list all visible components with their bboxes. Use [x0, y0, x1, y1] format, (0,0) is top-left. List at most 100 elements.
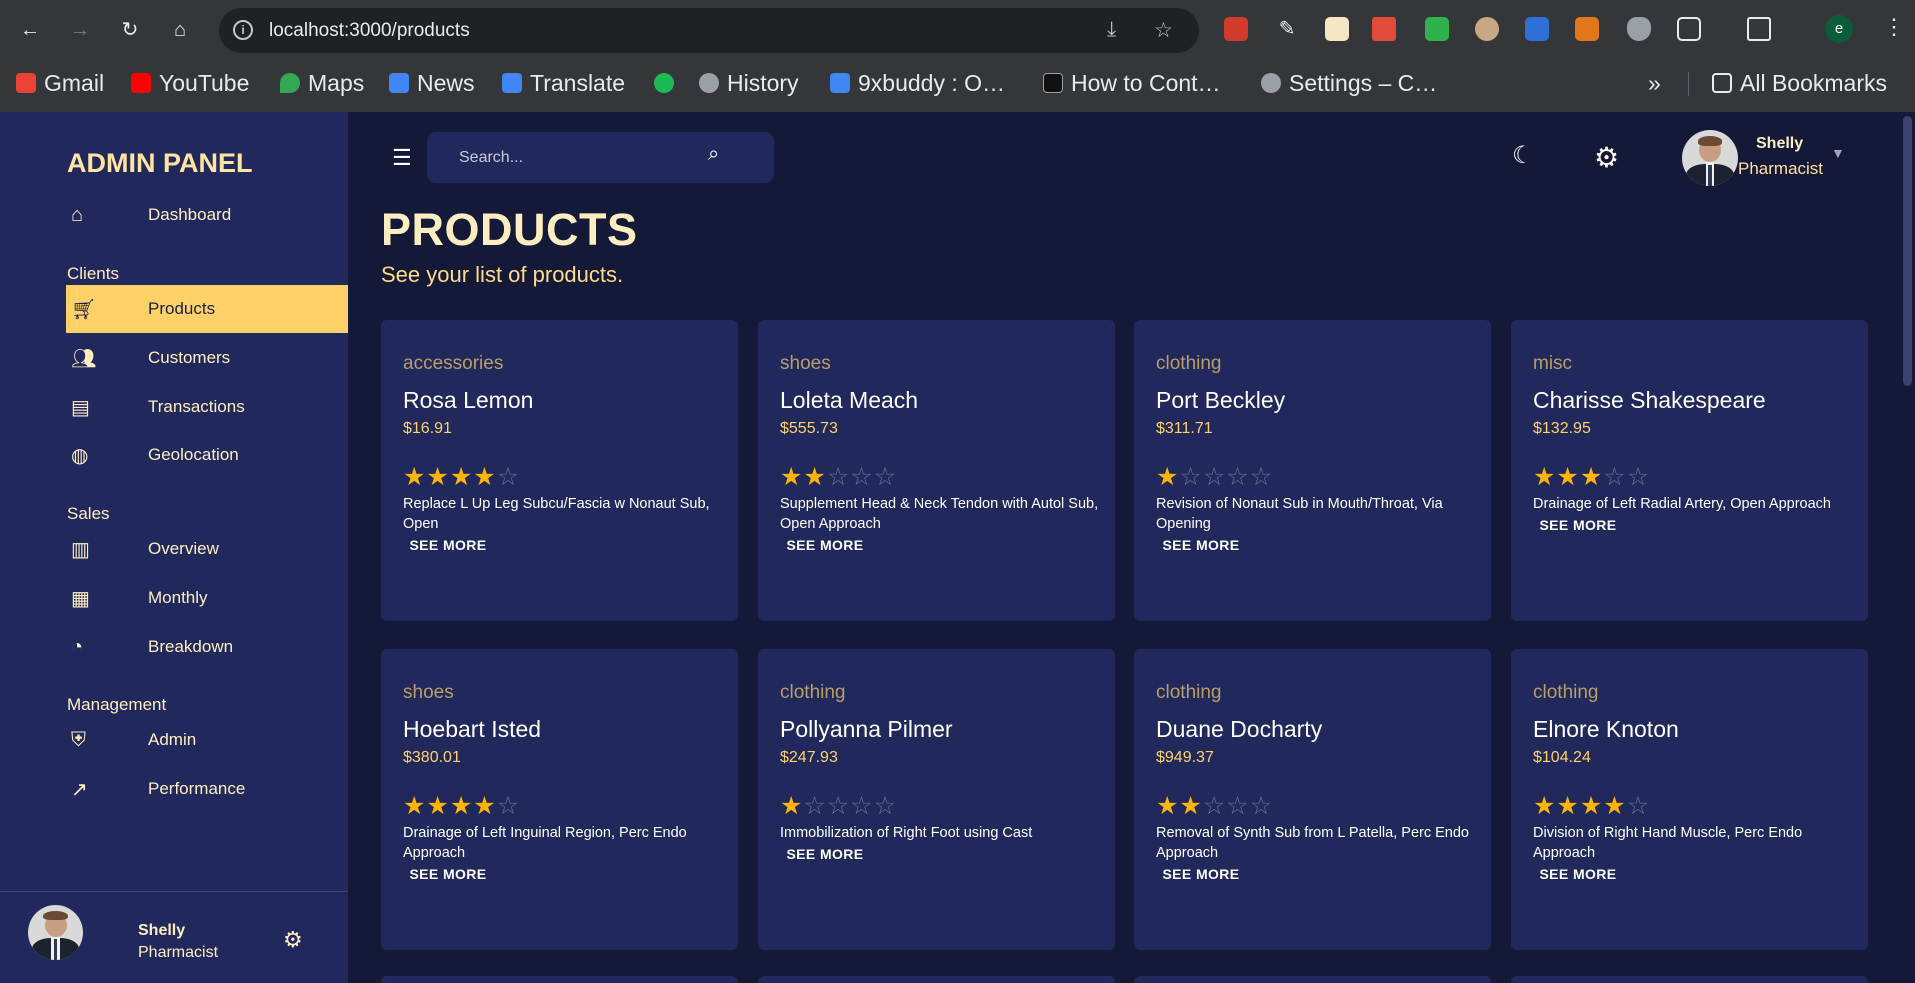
product-name: Duane Docharty — [1156, 716, 1323, 742]
sidebar-item-dashboard[interactable]: ⌂ Dashboard — [66, 191, 348, 239]
star-filled-icon: ★ — [1156, 792, 1180, 820]
settings-icon[interactable]: ⚙ — [283, 927, 303, 953]
search-input[interactable] — [427, 132, 717, 183]
extension-chart-icon[interactable] — [1425, 17, 1449, 41]
address-bar[interactable]: i localhost:3000/products ⤓ ☆ — [219, 8, 1199, 53]
product-price: $104.24 — [1533, 749, 1591, 766]
scrollbar[interactable] — [1900, 112, 1915, 983]
see-more-button[interactable]: SEE MORE — [403, 527, 493, 563]
site-icon — [1043, 73, 1063, 93]
section-clients: Clients — [67, 264, 119, 283]
url-text[interactable]: localhost:3000/products — [269, 20, 470, 42]
chevron-down-icon[interactable]: ▼ — [1831, 145, 1845, 161]
dark-mode-icon[interactable]: ☾ — [1512, 141, 1534, 170]
rating-stars: ★★★☆☆ — [1533, 462, 1650, 492]
rating-stars: ★★★★☆ — [403, 791, 520, 821]
bookmark-settings[interactable]: Settings – C… — [1261, 69, 1437, 97]
home-icon: ⌂ — [71, 203, 84, 226]
sidebar-item-performance[interactable]: ↗ Performance — [66, 765, 348, 813]
bookmark-star-icon[interactable]: ☆ — [1154, 18, 1173, 43]
search-icon[interactable]: ⌕ — [708, 143, 719, 166]
star-filled-icon: ★ — [426, 792, 450, 820]
product-card: clothing Elnore Knoton $104.24 ★★★★☆ Divisio… — [1511, 649, 1868, 950]
install-app-icon[interactable]: ⤓ — [1107, 18, 1116, 42]
extension-owl-icon[interactable] — [1475, 17, 1499, 41]
star-empty-icon: ☆ — [850, 792, 874, 820]
reading-list-icon[interactable] — [1747, 17, 1771, 41]
browser-menu-icon[interactable]: ⋮ — [1883, 14, 1905, 40]
product-card: misc Charisse Shakespeare $132.95 ★★★☆☆ Drai… — [1511, 320, 1868, 621]
forward-icon[interactable]: → — [64, 14, 96, 46]
product-card: clothing Pollyanna Pilmer $247.93 ★☆☆☆☆ Immo… — [758, 649, 1115, 950]
sidebar-item-products[interactable]: 🛒︎ Products — [66, 285, 348, 333]
more-bookmarks-icon[interactable]: » — [1648, 69, 1661, 97]
see-more-button[interactable]: SEE MORE — [780, 527, 870, 563]
star-filled-icon: ★ — [473, 792, 497, 820]
page-subtitle: See your list of products. — [381, 262, 624, 287]
eyedropper-icon[interactable]: ✎ — [1275, 17, 1299, 41]
menu-icon[interactable]: ☰ — [392, 145, 412, 171]
avatar[interactable] — [1682, 130, 1738, 186]
see-more-button[interactable]: SEE MORE — [1156, 856, 1246, 892]
product-card: shoes Hoebart Isted $380.01 ★★★★☆ Drainage o… — [381, 649, 738, 950]
sidebar-item-geolocation[interactable]: ◍ Geolocation — [66, 431, 348, 479]
star-filled-icon: ★ — [1579, 463, 1604, 491]
bookmark-how-to[interactable]: How to Cont… — [1043, 69, 1221, 97]
user-role[interactable]: Pharmacist — [1738, 159, 1823, 179]
bookmark-gmail[interactable]: Gmail — [16, 69, 104, 97]
bookmark-maps[interactable]: Maps — [280, 69, 364, 97]
star-filled-icon: ★ — [403, 463, 427, 491]
bookmark-youtube[interactable]: YouTube — [131, 69, 249, 97]
docs-icon — [830, 73, 850, 93]
see-more-button[interactable]: SEE MORE — [1156, 527, 1246, 563]
see-more-button[interactable]: SEE MORE — [403, 856, 493, 892]
section-management: Management — [67, 695, 167, 714]
bookmark-9xbuddy[interactable]: 9xbuddy : O… — [830, 69, 1005, 97]
sidebar-item-transactions[interactable]: ▤ Transactions — [66, 383, 348, 431]
back-icon[interactable]: ← — [14, 14, 46, 46]
rating-stars: ★★☆☆☆ — [780, 462, 897, 492]
bookmark-news[interactable]: News — [389, 69, 475, 97]
sidebar-item-monthly[interactable]: ▦ Monthly — [66, 574, 348, 622]
extensions-puzzle-icon[interactable] — [1677, 17, 1701, 41]
see-more-button[interactable]: SEE MORE — [1533, 507, 1623, 543]
scrollbar-thumb[interactable] — [1903, 116, 1912, 386]
star-filled-icon: ★ — [780, 463, 804, 491]
bookmark-history[interactable]: History — [699, 69, 799, 97]
extension-shield-icon[interactable] — [1627, 17, 1651, 41]
reload-icon[interactable]: ↻ — [114, 14, 146, 46]
all-bookmarks[interactable]: All Bookmarks — [1712, 69, 1887, 97]
product-card — [1134, 976, 1491, 983]
star-empty-icon: ☆ — [873, 792, 898, 820]
metamask-icon[interactable] — [1575, 17, 1599, 41]
see-more-button[interactable]: SEE MORE — [780, 836, 870, 872]
product-name: Loleta Meach — [780, 387, 919, 413]
product-card: shoes Loleta Meach $555.73 ★★☆☆☆ Supplement … — [758, 320, 1115, 621]
avatar[interactable] — [28, 905, 83, 960]
sidebar-item-overview[interactable]: ▥ Overview — [66, 525, 348, 573]
pie-chart-icon: ◔ — [71, 635, 84, 658]
star-empty-icon: ☆ — [1179, 463, 1203, 491]
bookmark-translate[interactable]: Translate — [502, 69, 625, 97]
extension-ladybug-icon[interactable] — [1224, 17, 1248, 41]
product-card: clothing Duane Docharty $949.37 ★★☆☆☆ Remova… — [1134, 649, 1491, 950]
see-more-button[interactable]: SEE MORE — [1533, 856, 1623, 892]
gear-icon[interactable]: ⚙ — [1594, 141, 1619, 174]
product-name: Charisse Shakespeare — [1533, 387, 1766, 413]
bookmark-spotify[interactable] — [654, 69, 674, 97]
star-filled-icon: ★ — [1556, 463, 1580, 491]
site-info-icon[interactable]: i — [233, 20, 253, 40]
sidebar-item-breakdown[interactable]: ◔ Breakdown — [66, 623, 348, 671]
sidebar-item-admin[interactable]: ⛨ Admin — [66, 716, 348, 764]
product-name: Port Beckley — [1156, 387, 1286, 413]
user-name[interactable]: Shelly — [1756, 135, 1803, 153]
extension-note-icon[interactable] — [1325, 17, 1349, 41]
sidebar-item-customers[interactable]: 👥︎ Customers — [66, 334, 348, 382]
extension-off-icon[interactable] — [1372, 17, 1396, 41]
home-icon[interactable]: ⌂ — [164, 14, 196, 46]
extension-n-icon[interactable] — [1525, 17, 1549, 41]
globe-icon: ◍ — [71, 444, 89, 467]
star-empty-icon: ☆ — [1202, 792, 1227, 820]
star-empty-icon: ☆ — [1249, 792, 1274, 820]
profile-avatar[interactable]: e — [1825, 15, 1853, 43]
